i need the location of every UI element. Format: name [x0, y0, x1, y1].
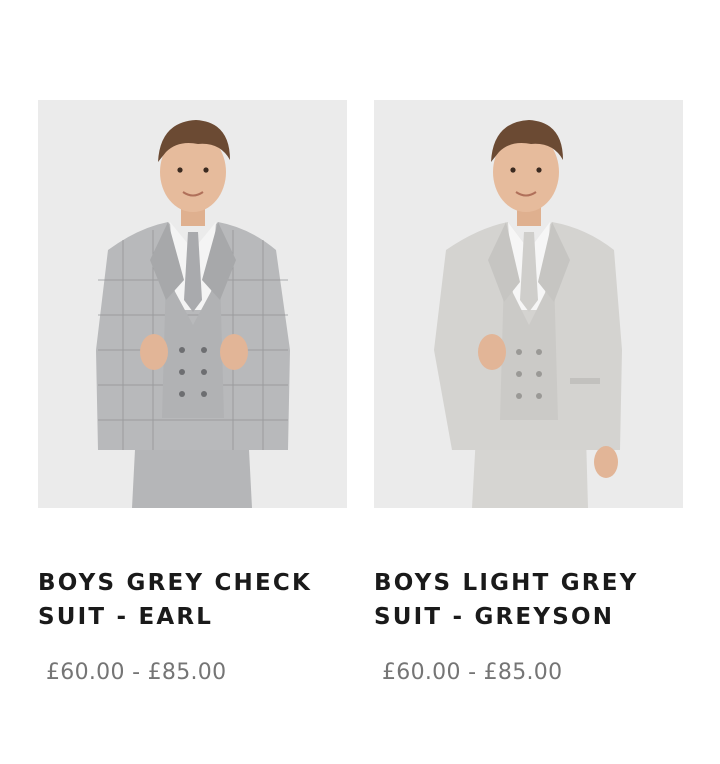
product-photo-illustration	[38, 100, 347, 508]
product-price: £60.00 - £85.00	[46, 660, 227, 685]
product-image[interactable]	[374, 100, 683, 508]
product-title[interactable]: BOYS LIGHT GREY SUIT - GREYSON	[374, 566, 674, 634]
product-price: £60.00 - £85.00	[382, 660, 563, 685]
product-card-greyson[interactable]: BOYS LIGHT GREY SUIT - GREYSON £60.00 - …	[374, 100, 683, 685]
product-photo-illustration	[374, 100, 683, 508]
product-grid: BOYS GREY CHECK SUIT - EARL £60.00 - £85…	[38, 100, 683, 685]
product-image[interactable]	[38, 100, 347, 508]
product-card-earl[interactable]: BOYS GREY CHECK SUIT - EARL £60.00 - £85…	[38, 100, 347, 685]
product-title[interactable]: BOYS GREY CHECK SUIT - EARL	[38, 566, 338, 634]
